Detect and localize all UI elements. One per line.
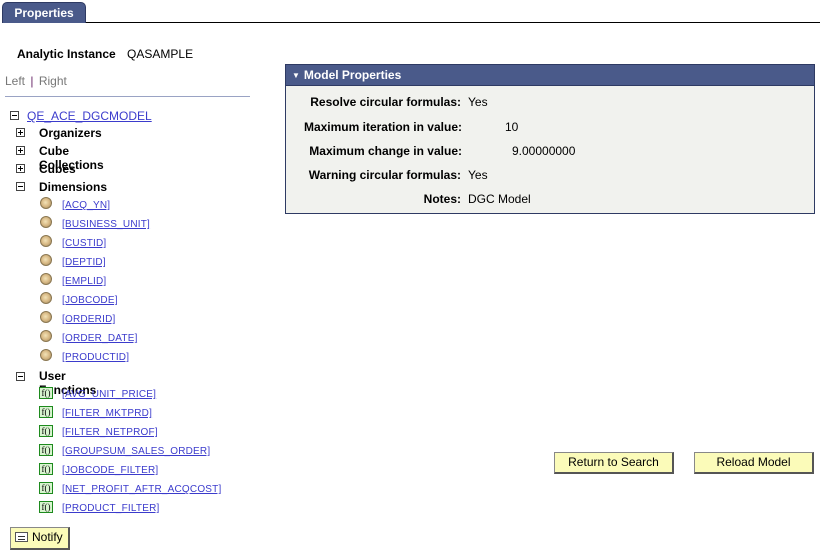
user-function-link[interactable]: [GROUPSUM_SALES_ORDER] [62,446,210,457]
dimension-link[interactable]: [ORDERID] [62,314,115,325]
model-properties-title: Model Properties [303,68,402,82]
dimension-link[interactable]: [ACQ_YN] [62,200,110,211]
dimension-link[interactable]: [CUSTID] [62,238,106,249]
user-function-link[interactable]: [AVG_UNIT_PRICE] [62,389,156,400]
expand-icon[interactable] [16,164,25,173]
analytic-instance-value: QASAMPLE [127,47,194,61]
user-function-link[interactable]: [JOBCODE_FILTER] [62,465,158,476]
model-properties-panel: ▼ Model Properties Resolve circular formu… [285,64,815,214]
notify-button[interactable]: Notify [10,527,70,550]
model-properties-header[interactable]: ▼ Model Properties [286,65,814,86]
property-label: Maximum iteration in value: [303,120,462,134]
property-label: Warning circular formulas: [308,168,461,182]
dimension-icon [40,311,52,323]
reload-model-button[interactable]: Reload Model [694,452,814,474]
collapse-icon[interactable] [10,111,19,120]
notify-icon [15,532,28,542]
property-value: Yes [468,95,488,109]
collapse-icon[interactable] [16,182,25,191]
dimension-icon [40,216,52,228]
dimension-link[interactable]: [JOBCODE] [62,295,118,306]
property-value: DGC Model [468,192,531,206]
user-function-link[interactable]: [FILTER_MKTPRD] [62,408,152,419]
dimension-icon [40,254,52,266]
collapse-icon[interactable] [16,372,25,381]
view-right-link[interactable]: Right [39,74,67,88]
property-value: 9.00000000 [512,144,576,158]
dimension-icon [40,349,52,361]
property-label: Maximum change in value: [309,144,462,158]
function-icon: f() [39,501,53,513]
view-toggle: Left | Right [5,74,67,88]
function-icon: f() [39,406,53,418]
function-icon: f() [39,444,53,456]
analytic-instance-label: Analytic Instance [17,47,116,61]
function-icon: f() [39,425,53,437]
property-label: Notes: [423,192,461,206]
tab-bar: Properties [0,0,820,24]
user-function-link[interactable]: [PRODUCT_FILTER] [62,503,159,514]
view-separator: | [30,74,34,88]
user-function-link[interactable]: [NET_PROFIT_AFTR_ACQCOST] [62,484,221,495]
tree-root-link[interactable]: QE_ACE_DGCMODEL [27,109,152,123]
notify-label: Notify [32,530,63,544]
dimension-link[interactable]: [EMPLID] [62,276,106,287]
return-to-search-button[interactable]: Return to Search [554,452,674,474]
user-function-link[interactable]: [FILTER_NETPROF] [62,427,158,438]
dimension-icon [40,292,52,304]
function-icon: f() [39,463,53,475]
property-value: Yes [468,168,488,182]
dimension-icon [40,197,52,209]
analytic-instance: Analytic Instance QASAMPLE [17,47,193,61]
expand-icon[interactable] [16,146,25,155]
function-icon: f() [39,387,53,399]
dimension-icon [40,235,52,247]
collapse-triangle-icon[interactable]: ▼ [292,66,300,86]
function-icon: f() [39,482,53,494]
dimension-link[interactable]: [DEPTID] [62,257,106,268]
expand-icon[interactable] [16,128,25,137]
dimension-icon [40,330,52,342]
dimension-link[interactable]: [ORDER_DATE] [62,333,138,344]
tree-folder-cubes[interactable]: Cubes [39,162,76,176]
dimension-link[interactable]: [PRODUCTID] [62,352,129,363]
view-left-link[interactable]: Left [5,74,25,88]
tree-divider [5,96,250,97]
property-value: 10 [505,120,519,134]
tree-folder-organizers[interactable]: Organizers [39,126,102,140]
tab-underline [86,22,820,23]
tree-folder-dimensions[interactable]: Dimensions [39,180,107,194]
tab-properties[interactable]: Properties [2,2,86,23]
dimension-icon [40,273,52,285]
property-label: Resolve circular formulas: [310,95,461,109]
dimension-link[interactable]: [BUSINESS_UNIT] [62,219,150,230]
